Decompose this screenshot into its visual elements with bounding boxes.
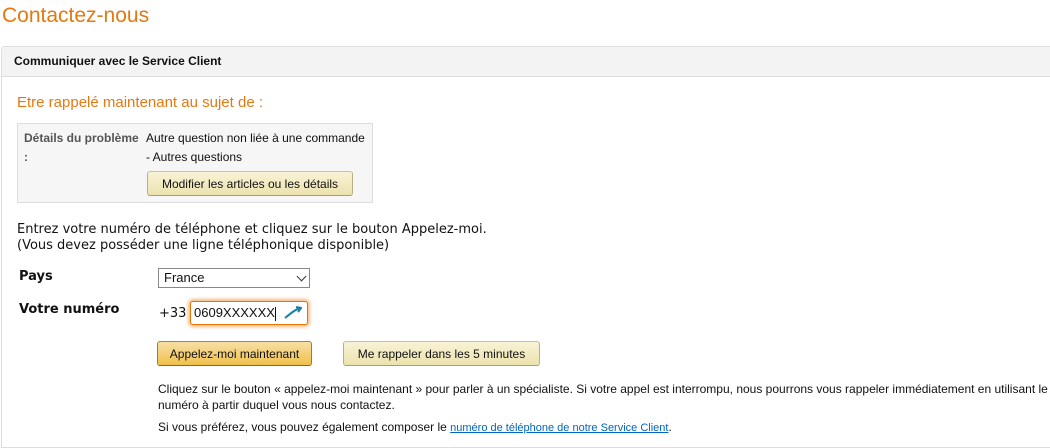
phone-input[interactable]: 0609XXXXXX bbox=[190, 301, 308, 325]
alternative-suffix: . bbox=[668, 420, 672, 434]
call-now-button[interactable]: Appelez-moi maintenant bbox=[157, 341, 312, 366]
call-later-button[interactable]: Me rappeler dans les 5 minutes bbox=[343, 341, 540, 366]
details-value: Autre question non liée à une commande -… bbox=[146, 129, 372, 167]
phone-input-value: 0609XXXXXX bbox=[194, 305, 275, 320]
page-title: Contactez-nous bbox=[2, 4, 150, 27]
retry-note: Cliquez sur le bouton « appelez-moi main… bbox=[158, 382, 1048, 412]
handset-icon bbox=[284, 306, 302, 319]
country-select-value: France bbox=[164, 270, 205, 285]
instructions: Entrez votre numéro de téléphone et cliq… bbox=[17, 222, 487, 254]
details-line-2: - Autres questions bbox=[146, 150, 243, 164]
modify-details-button[interactable]: Modifier les articles ou les détails bbox=[147, 171, 353, 196]
phone-prefix: +33 bbox=[159, 306, 187, 321]
country-label: Pays bbox=[19, 269, 53, 284]
chevron-down-icon bbox=[296, 271, 307, 282]
details-line-1: Autre question non liée à une commande bbox=[146, 131, 365, 145]
details-label: Détails du problème : bbox=[24, 131, 139, 164]
country-select[interactable]: France bbox=[158, 268, 310, 288]
phone-label: Votre numéro bbox=[19, 302, 120, 317]
text-caret bbox=[274, 306, 276, 321]
panel-header: Communiquer avec le Service Client bbox=[2, 47, 1050, 77]
instructions-line-1: Entrez votre numéro de téléphone et cliq… bbox=[17, 222, 487, 237]
instructions-line-2: (Vous devez posséder une ligne téléphoni… bbox=[17, 238, 390, 253]
callback-title: Etre rappelé maintenant au sujet de : bbox=[17, 94, 263, 111]
alternative-prefix: Si vous préférez, vous pouvez également … bbox=[158, 420, 451, 434]
customer-service-phone-link[interactable]: numéro de téléphone de notre Service Cli… bbox=[450, 422, 668, 434]
alternative-note: Si vous préférez, vous pouvez également … bbox=[158, 420, 672, 435]
